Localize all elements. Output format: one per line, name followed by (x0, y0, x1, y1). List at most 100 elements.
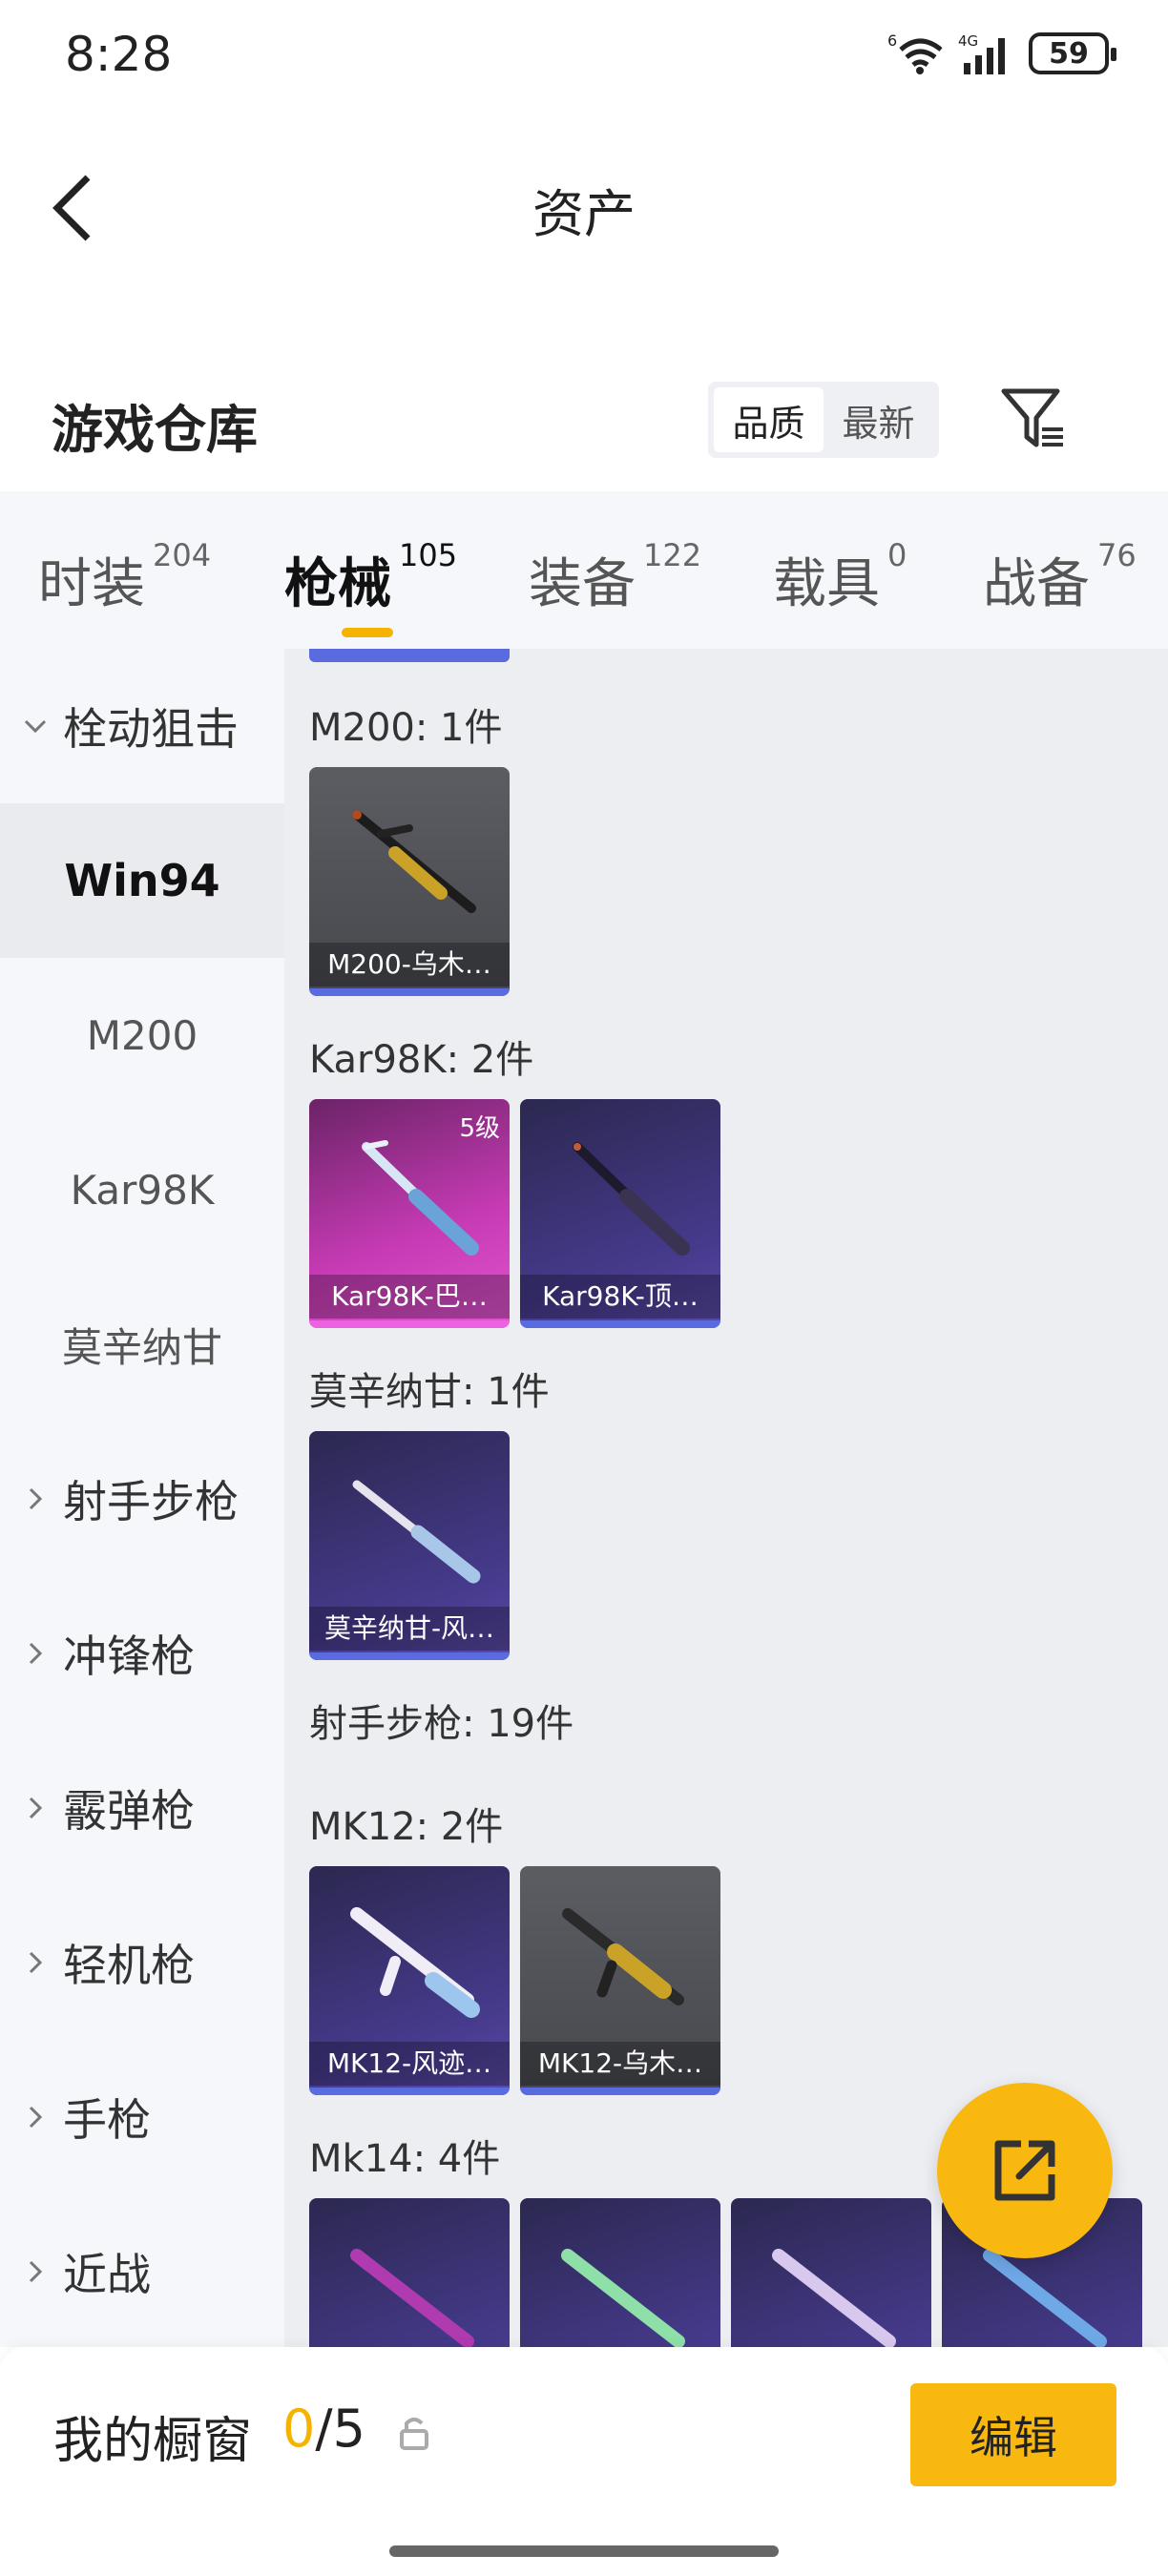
wifi-badge: 6 (887, 31, 897, 50)
rarity-bar (309, 2088, 510, 2095)
sidebar-group[interactable]: 霰弹枪 (0, 1731, 284, 1885)
page-title: 资产 (532, 184, 636, 244)
item-card[interactable]: MK12-乌木… (520, 1866, 720, 2095)
item-card[interactable]: MK12-风迹… (309, 1866, 510, 2095)
chevron-right-icon (29, 1797, 43, 1819)
item-name: Kar98K-巴… (309, 1275, 510, 1319)
item-card[interactable]: 5级 Kar98K-巴… (309, 1099, 510, 1328)
sidebar-group[interactable]: 手枪 (0, 2040, 284, 2194)
status-time: 8:28 (65, 27, 173, 82)
home-indicator (389, 2545, 779, 2557)
previous-card-edge (309, 649, 510, 662)
sidebar-group-label: 近战 (63, 2249, 151, 2300)
tab-firearms[interactable]: 枪械 105 (284, 491, 457, 649)
item-card[interactable]: 莫辛纳甘-风… (309, 1431, 510, 1660)
top-nav: 资产 (0, 134, 1168, 277)
chevron-right-icon (29, 1487, 43, 1510)
sidebar-group[interactable]: 轻机枪 (0, 1885, 284, 2040)
sidebar-item-label: 莫辛纳甘 (61, 1323, 222, 1371)
sidebar-item-weapon[interactable]: M200 (0, 958, 284, 1112)
showcase-current: 0 (282, 2399, 316, 2459)
item-card[interactable] (309, 2198, 510, 2347)
active-tab-indicator (342, 628, 393, 637)
lock-icon (400, 2418, 428, 2450)
showcase-bar: 我的橱窗 0/5 编辑 (0, 2347, 1168, 2576)
chevron-right-icon (29, 1951, 43, 1974)
chevron-right-icon (29, 2106, 43, 2129)
sidebar-group[interactable]: 射手步枪 (0, 1422, 284, 1576)
warehouse-title: 游戏仓库 (52, 400, 258, 460)
showcase-total: 5 (332, 2399, 365, 2459)
tab-count: 122 (643, 537, 702, 573)
tab-supplies[interactable]: 战备 76 (983, 491, 1137, 649)
sniper-rifle-icon (352, 810, 476, 913)
status-icons: 6 4G 59 (887, 31, 1116, 76)
chevron-right-icon (29, 2260, 43, 2283)
sidebar-item-label: Kar98K (70, 1166, 215, 1214)
section-title-kar98k: Kar98K: 2件 (309, 1038, 534, 1082)
tab-label: 装备 (529, 553, 636, 615)
tab-equipment[interactable]: 装备 122 (529, 491, 701, 649)
chevron-right-icon (29, 1642, 43, 1665)
sidebar-group-label: 霰弹枪 (63, 1785, 195, 1837)
assault-rifle-icon (772, 2249, 896, 2347)
item-card[interactable]: Kar98K-顶… (520, 1099, 720, 1328)
section-title-m200: M200: 1件 (309, 706, 503, 750)
sidebar-item-label: Win94 (64, 855, 220, 906)
tab-vehicles[interactable]: 载具 0 (773, 491, 907, 649)
battery-indicator: 59 (1029, 32, 1116, 74)
assault-rifle-icon (350, 1907, 480, 2018)
item-card[interactable] (520, 2198, 720, 2347)
tab-count: 0 (887, 537, 907, 573)
item-name: MK12-乌木… (520, 2042, 720, 2086)
section-title-dmr: 射手步枪: 19件 (309, 1702, 574, 1746)
wifi-icon: 6 (887, 31, 943, 74)
assets-page: 8:28 6 4G 59 资产 游戏仓库 品质 最新 时装 204 枪械 105… (0, 0, 1168, 2576)
rifle-icon (352, 1480, 481, 1584)
item-name: M200-乌木… (309, 943, 510, 987)
showcase-label: 我的橱窗 (53, 2413, 253, 2470)
warehouse-header: 游戏仓库 品质 最新 (0, 353, 1168, 487)
sort-toggle: 品质 最新 (708, 382, 939, 458)
signal-icon: 4G (958, 32, 1005, 74)
chevron-down-icon (24, 719, 47, 734)
section-title-mosin: 莫辛纳甘: 1件 (309, 1370, 550, 1414)
sidebar-item-weapon[interactable]: 莫辛纳甘 (0, 1267, 284, 1422)
rarity-bar (309, 1320, 510, 1328)
tab-count: 204 (153, 537, 212, 573)
sidebar-group-bolt-action[interactable]: 栓动狙击 (0, 649, 284, 803)
sidebar-group[interactable]: 近战 (0, 2194, 284, 2349)
share-icon (994, 2140, 1055, 2201)
status-bar: 8:28 6 4G 59 (0, 0, 1168, 114)
sidebar-group-label: 冲锋枪 (63, 1631, 195, 1682)
sidebar-item-label: M200 (86, 1011, 198, 1059)
item-name: Kar98K-顶… (520, 1275, 720, 1319)
filter-icon[interactable] (1000, 385, 1067, 452)
showcase-count: 0/5 (282, 2399, 365, 2459)
sidebar-item-weapon[interactable]: Kar98K (0, 1112, 284, 1267)
item-card[interactable]: M200-乌木… (309, 767, 510, 996)
item-name: 莫辛纳甘-风… (309, 1607, 510, 1651)
edit-button[interactable]: 编辑 (910, 2383, 1116, 2486)
rarity-bar (309, 988, 510, 996)
sidebar-group[interactable]: 冲锋枪 (0, 1576, 284, 1731)
rarity-bar (520, 1320, 720, 1328)
tab-count: 76 (1097, 537, 1137, 573)
tab-label: 枪械 (284, 553, 391, 615)
showcase-separator: / (315, 2399, 333, 2459)
assault-rifle-icon (561, 2249, 685, 2347)
tab-fashion[interactable]: 时装 204 (38, 491, 211, 649)
sort-quality-option[interactable]: 品质 (714, 387, 824, 452)
sidebar-group-label: 射手步枪 (63, 1476, 239, 1527)
rifle-icon (573, 1142, 690, 1256)
share-button[interactable] (937, 2083, 1113, 2258)
weapon-type-sidebar: 栓动狙击 Win94 M200 Kar98K 莫辛纳甘射手步枪冲锋枪霰弹枪轻机枪 手枪近战 (0, 649, 284, 2347)
assault-rifle-icon (350, 2249, 474, 2347)
rarity-bar (520, 2088, 720, 2095)
sort-latest-option[interactable]: 最新 (824, 387, 933, 452)
sidebar-item-weapon[interactable]: Win94 (0, 803, 284, 958)
tab-label: 时装 (38, 553, 145, 615)
item-card[interactable] (731, 2198, 931, 2347)
section-title-mk12: MK12: 2件 (309, 1805, 504, 1849)
item-name: MK12-风迹… (309, 2042, 510, 2086)
